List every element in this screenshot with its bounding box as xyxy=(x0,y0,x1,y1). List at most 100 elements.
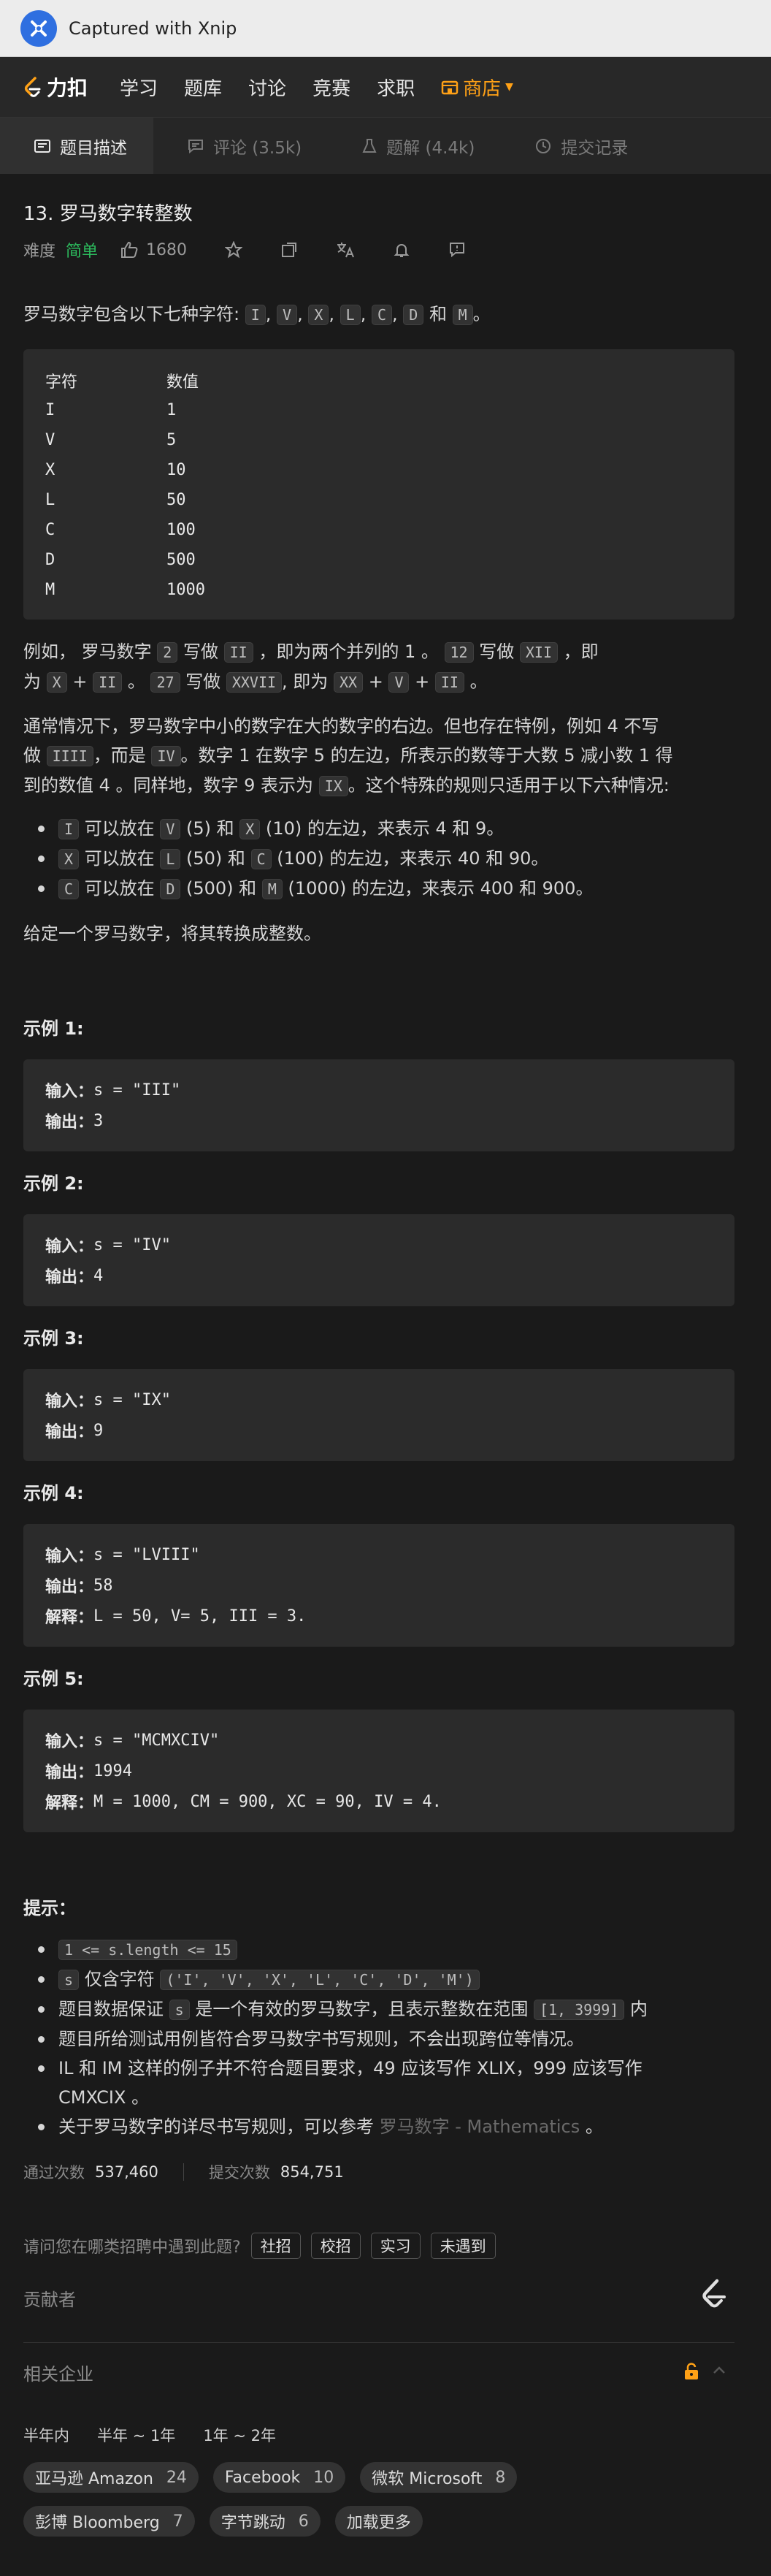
text: 可以放在 xyxy=(84,878,155,899)
text: CMXCIX 。 xyxy=(58,2087,150,2108)
feedback-button[interactable] xyxy=(448,241,466,259)
text: 关于罗马数字的详尽书写规则，可以参考 xyxy=(58,2116,374,2137)
intro-end: 。 xyxy=(472,304,491,324)
nav-link-discuss[interactable]: 讨论 xyxy=(248,74,286,101)
period-one-year[interactable]: 半年 ~ 1年 xyxy=(97,2424,175,2446)
inline-code: IIII xyxy=(46,746,93,766)
period-two-years[interactable]: 1年 ~ 2年 xyxy=(203,2424,276,2446)
notify-button[interactable] xyxy=(393,241,410,259)
table-row: I1 xyxy=(23,395,734,425)
nav-link-learn[interactable]: 学习 xyxy=(120,74,158,101)
table-cell: V xyxy=(45,431,55,449)
text: (500) 和 xyxy=(186,878,257,899)
company-tags-row-1: 亚马逊 Amazon 24 Facebook 10 微软 Microsoft 8 xyxy=(23,2462,532,2493)
difficulty-badge: 简单 xyxy=(66,243,99,261)
list-item: 1 <= s.length <= 15 xyxy=(0,1935,730,1965)
text: 通常情况下，罗马数字中小的数字在大的数字的右边。但也存在特例，例如 4 不写 xyxy=(23,716,659,736)
reference-link[interactable]: 罗马数字 - Mathematics xyxy=(380,2116,580,2137)
table-row: V5 xyxy=(23,425,734,455)
company-tag[interactable]: 亚马逊 Amazon 24 xyxy=(23,2462,199,2493)
table-cell: M xyxy=(45,581,55,599)
inline-code: D xyxy=(160,879,181,899)
task-text: 给定一个罗马数字，将其转换成整数。 xyxy=(23,923,321,944)
explain-label: 解释： xyxy=(45,1609,94,1627)
thumbs-up-icon xyxy=(121,241,138,258)
tab-label: 评论 (3.5k) xyxy=(213,138,302,158)
tab-comments[interactable]: 评论 (3.5k) xyxy=(153,118,328,174)
inline-code: M xyxy=(452,305,473,325)
company-tag[interactable]: 彭博 Bloomberg 7 xyxy=(23,2506,195,2537)
chevron-up-icon[interactable] xyxy=(711,2363,727,2383)
inline-code: V xyxy=(388,672,410,693)
nav-link-jobs[interactable]: 求职 xyxy=(377,74,415,101)
inline-code: XII xyxy=(519,642,559,663)
text: 到的数值 4 。同样地，数字 9 表示为 xyxy=(23,775,314,796)
table-header: 字符 数值 xyxy=(23,365,734,395)
feedback-icon xyxy=(450,243,465,258)
example-block: 输入： s = "IX" 输出： 9 xyxy=(23,1369,734,1461)
table-cell: 1000 xyxy=(166,581,205,599)
symbol-table: 字符 数值 I1 V5 X 10 L 50 C 100 D 500 M 1000 xyxy=(23,349,734,620)
period-half-year[interactable]: 半年内 xyxy=(23,2424,69,2446)
inline-code: V xyxy=(160,819,181,839)
table-cell: I xyxy=(45,401,55,419)
survey-option-intern[interactable]: 实习 xyxy=(370,2233,421,2259)
example-block: 输入： s = "IV" 输出： 4 xyxy=(23,1214,734,1306)
example-title: 示例 3: xyxy=(23,1328,84,1349)
list-item: 关于罗马数字的详尽书写规则，可以参考 罗马数字 - Mathematics 。 xyxy=(0,2112,730,2141)
table-row: M 1000 xyxy=(23,575,734,605)
example-explanation: L = 50, V= 5, III = 3. xyxy=(93,1607,307,1626)
inline-code: D xyxy=(403,305,424,325)
accepted-count: 537,460 xyxy=(95,2163,158,2181)
tab-description[interactable]: 题目描述 xyxy=(0,118,153,174)
example-paragraph: 例如， 罗马数字 2 写做 II ，即为两个并列的 1 。 12 写做 XII … xyxy=(23,637,734,697)
tab-label: 提交记录 xyxy=(561,138,629,158)
share-button[interactable] xyxy=(280,241,298,259)
nav-link-problemset[interactable]: 题库 xyxy=(184,74,222,101)
company-tag[interactable]: Facebook 10 xyxy=(212,2462,346,2493)
problem-tabs: 题目描述 评论 (3.5k) 题解 (4.4k) 提交记录 xyxy=(0,117,771,174)
output-label: 输出： xyxy=(45,1113,94,1132)
load-more-button[interactable]: 加载更多 xyxy=(334,2506,423,2537)
text: 可以放在 xyxy=(84,848,155,869)
survey-option-none[interactable]: 未遇到 xyxy=(430,2233,496,2259)
list-item: C 可以放在 D (500) 和 M (1000) 的左边，来表示 400 和 … xyxy=(0,874,730,904)
text: 写做 xyxy=(183,641,218,662)
star-button[interactable] xyxy=(225,241,243,259)
inline-code: X xyxy=(239,819,261,839)
example-output: 1994 xyxy=(93,1761,132,1780)
text: 仅含字符 xyxy=(84,1969,155,1989)
difficulty-label: 难度 xyxy=(23,243,56,261)
example-input: s = "III" xyxy=(93,1081,181,1100)
input-label: 输入： xyxy=(45,1238,94,1256)
company-tag[interactable]: 字节跳动 6 xyxy=(209,2506,321,2537)
example-block: 输入： s = "III" 输出： 3 xyxy=(23,1059,734,1151)
hints-list: 1 <= s.length <= 15 s 仅含字符 ('I', 'V', 'X… xyxy=(0,1935,730,2141)
text: (50) 和 xyxy=(186,848,245,869)
inline-code: X xyxy=(308,305,329,325)
interview-survey: 请问您在哪类招聘中遇到此题? 社招 校招 实习 未遇到 xyxy=(23,2233,496,2259)
store-label: 商店 xyxy=(463,77,502,100)
inline-code: V xyxy=(277,305,298,325)
problem-meta: 难度 简单 1680 xyxy=(23,238,466,262)
companies-title[interactable]: 相关企业 xyxy=(23,2360,93,2385)
company-tag[interactable]: 微软 Microsoft 8 xyxy=(360,2462,518,2493)
inline-code: II xyxy=(93,672,123,693)
inline-code: II xyxy=(434,672,464,693)
table-row: D 500 xyxy=(23,545,734,575)
leetcode-logo[interactable]: 力扣 xyxy=(22,72,88,102)
survey-option-campus[interactable]: 校招 xyxy=(310,2233,361,2259)
like-button[interactable]: 1680 xyxy=(120,241,187,259)
tab-solutions[interactable]: 题解 (4.4k) xyxy=(328,118,501,174)
output-label: 输出： xyxy=(45,1578,94,1596)
tab-submissions[interactable]: 提交记录 xyxy=(501,118,654,174)
list-item: X 可以放在 L (50) 和 C (100) 的左边，来表示 40 和 90。 xyxy=(0,844,730,874)
survey-option-social[interactable]: 社招 xyxy=(250,2233,301,2259)
nav-link-contest[interactable]: 竞赛 xyxy=(312,74,350,101)
contributors-title[interactable]: 贡献者 xyxy=(23,2285,76,2311)
nav-store[interactable]: 商店 ▼ xyxy=(441,74,513,101)
text: 做 xyxy=(23,745,41,766)
text: , 即为 xyxy=(282,671,329,692)
contributor-avatar[interactable] xyxy=(695,2276,732,2313)
translate-button[interactable] xyxy=(336,241,355,259)
